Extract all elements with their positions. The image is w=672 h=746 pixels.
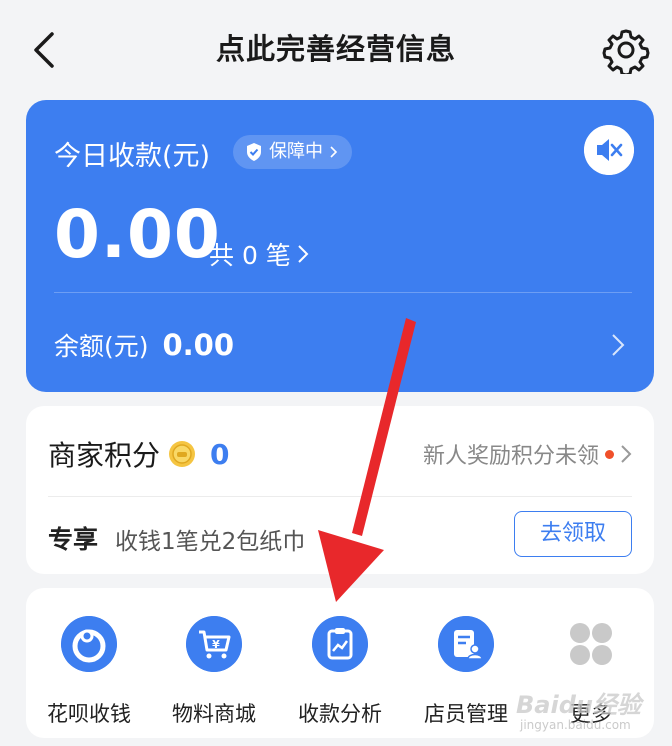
chevron-right-icon	[298, 245, 309, 263]
huabei-icon	[61, 616, 117, 672]
transaction-count[interactable]: 共 0 笔	[209, 236, 309, 272]
balance-value: 0.00	[162, 328, 235, 362]
shield-check-icon	[247, 143, 261, 161]
quick-action-label: 物料商城	[172, 702, 256, 726]
balance-label: 余额(元)	[54, 332, 149, 361]
protection-badge-label: 保障中	[269, 141, 323, 162]
balance-row[interactable]: 余额(元) 0.00	[54, 327, 234, 363]
today-income-amount: 0.00	[54, 196, 221, 273]
top-navigation-bar: 点此完善经营信息	[0, 0, 672, 98]
more-grid-icon	[570, 623, 612, 665]
new-user-reward-link[interactable]: 新人奖励积分未领	[423, 438, 632, 470]
chevron-right-icon	[621, 445, 632, 463]
gear-icon[interactable]	[602, 26, 650, 74]
reward-text: 新人奖励积分未领	[422, 444, 599, 469]
page-title[interactable]: 点此完善经营信息	[0, 26, 672, 68]
promo-text: 收钱1笔兑2包纸巾	[115, 529, 306, 555]
claim-button[interactable]: 去领取	[514, 511, 632, 557]
speaker-muted-icon[interactable]	[584, 125, 634, 175]
quick-action-huabei[interactable]: 花呗收钱	[26, 616, 152, 728]
protection-badge[interactable]: 保障中	[233, 135, 352, 169]
quick-action-label: 花呗收钱	[47, 702, 131, 726]
points-label: 商家积分	[48, 439, 161, 472]
points-row[interactable]: 商家积分 0	[48, 434, 230, 474]
quick-action-label: 收款分析	[298, 702, 382, 726]
chevron-right-icon	[330, 146, 338, 158]
quick-action-label: 店员管理	[424, 702, 508, 726]
chevron-right-icon[interactable]	[610, 332, 626, 358]
shopping-cart-icon: ¥	[186, 616, 242, 672]
transaction-count-text: 共 0 笔	[209, 241, 291, 270]
today-income-label: 今日收款(元)	[54, 141, 211, 172]
exclusive-label: 专享	[48, 525, 99, 554]
watermark-logo: Baidu经验	[516, 691, 641, 719]
analytics-clipboard-icon	[312, 616, 368, 672]
today-income-card[interactable]: 今日收款(元) 保障中 0.00 共 0 笔 余额(元) 0.00	[26, 100, 654, 392]
points-value: 0	[210, 437, 230, 471]
staff-document-icon	[438, 616, 494, 672]
card-divider	[54, 292, 632, 293]
svg-text:¥: ¥	[212, 638, 220, 651]
merchant-points-card: 商家积分 0 新人奖励积分未领 专享 收钱1笔兑2包纸巾 去领取	[26, 406, 654, 574]
coin-icon	[169, 441, 196, 467]
watermark-url: jingyan.baidu.com	[520, 718, 631, 732]
quick-action-income-analysis[interactable]: 收款分析	[277, 616, 403, 728]
quick-action-staff-management[interactable]: 店员管理	[403, 616, 529, 728]
quick-action-materials-shop[interactable]: ¥ 物料商城	[151, 616, 277, 728]
points-divider	[48, 496, 632, 497]
notification-dot	[605, 449, 614, 459]
